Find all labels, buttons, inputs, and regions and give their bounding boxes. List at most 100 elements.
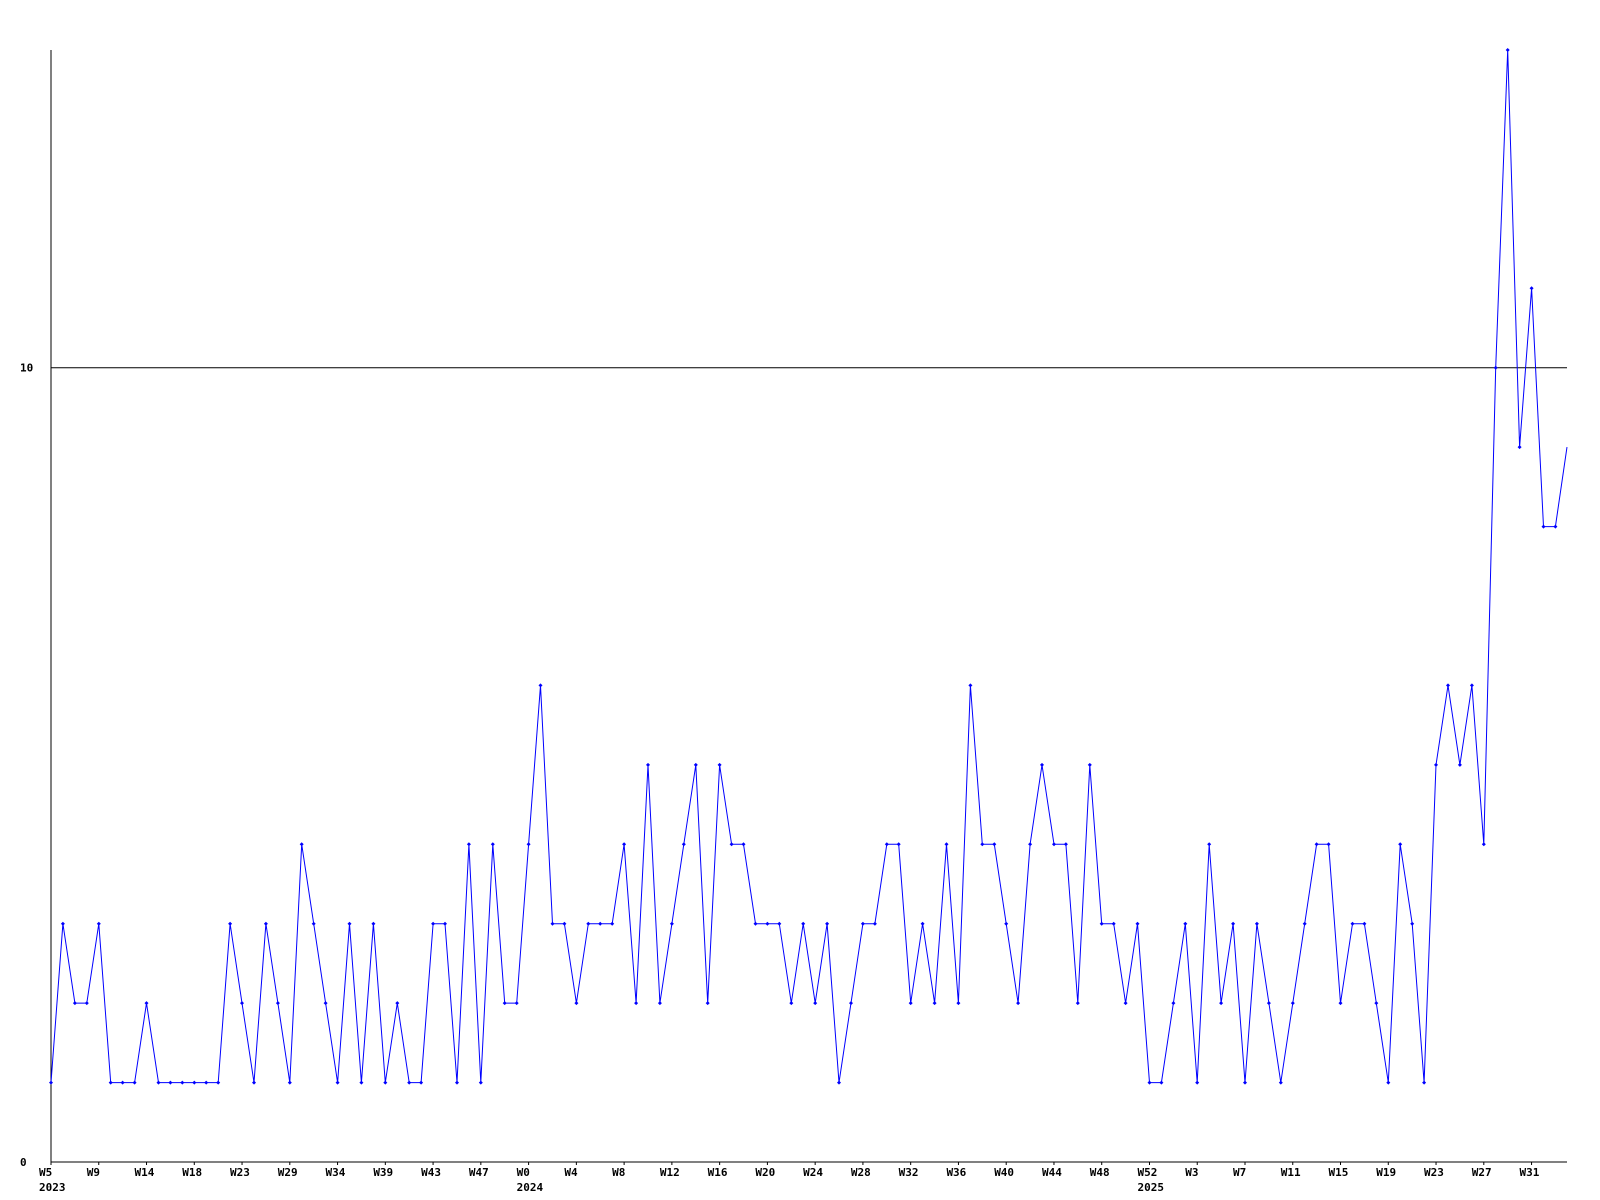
data-point [526,842,531,847]
x-tick-label: W47 [469,1166,489,1179]
data-point [1302,921,1307,926]
y-tick-label: 10 [20,362,33,375]
data-point [705,1001,710,1006]
x-tick-label: W32 [899,1166,919,1179]
data-point [657,1001,662,1006]
data-point [1075,1001,1080,1006]
data-point [1063,842,1068,847]
data-point [383,1080,388,1085]
data-point [1266,1001,1271,1006]
data-point [1159,1080,1164,1085]
data-point [311,921,316,926]
data-point [240,1001,244,1006]
data-point [1457,762,1462,767]
x-tick-label: W3 [1185,1166,1198,1179]
data-point [849,1001,853,1006]
data-point [825,921,830,926]
data-point [1004,921,1009,926]
data-point [1147,1080,1152,1085]
data-point [1040,762,1044,767]
data-point [622,842,627,847]
data-point [1111,921,1116,926]
data-point [1350,921,1355,926]
data-point [1410,921,1415,926]
data-point [335,1080,340,1085]
data-point [717,762,722,767]
x-tick-label: W39 [373,1166,393,1179]
data-point [1123,1001,1128,1006]
data-point [681,842,686,847]
data-point [1553,524,1558,529]
x-tick-label: W18 [182,1166,202,1179]
data-point [407,1080,412,1085]
line-chart: 0 10 W5 2023 W9 W14 W18 W23 W29 W34 W39 W43 W47 W0 20… [20,48,1568,1194]
data-point [1207,842,1212,847]
data-point [932,1001,937,1006]
data-point [514,1001,519,1006]
y-tick-label: 0 [20,1156,27,1169]
x-tick-label: W20 [755,1166,775,1179]
data-point [108,1080,113,1085]
data-point [347,921,352,926]
series-line [50,49,1568,1084]
data-point [968,683,973,688]
data-point [884,842,889,847]
data-point [1087,762,1092,767]
data-point [669,921,674,926]
x-tick-label: W11 [1281,1166,1301,1179]
data-point [323,1001,328,1006]
data-point [1243,1080,1247,1085]
data-point [1469,683,1474,688]
data-point [1171,1001,1176,1006]
data-point [371,921,376,926]
data-point [419,1080,424,1085]
data-point [1517,445,1522,450]
data-point [1386,1080,1391,1085]
data-point [1493,365,1498,370]
x-tick-label: W28 [851,1166,871,1179]
data-point [1326,842,1331,847]
data-point [502,1001,507,1006]
data-point [944,842,949,847]
x-tick-label: W36 [946,1166,966,1179]
x-tick-label: W52 [1137,1166,1157,1179]
data-point [646,762,650,767]
data-point [610,921,615,926]
x-tick-label: W19 [1376,1166,1396,1179]
data-point [1481,842,1486,847]
series-points [49,48,1558,1085]
data-point [120,1080,125,1085]
data-point [920,921,925,926]
x-tick-label: W12 [660,1166,680,1179]
data-point [1505,48,1510,52]
data-point [729,842,734,847]
x-tick-label: W44 [1042,1166,1062,1179]
data-point [1028,842,1033,847]
data-point [299,842,304,847]
data-point [538,683,543,688]
x-tick-label: W0 [517,1166,530,1179]
data-point [216,1080,221,1085]
data-point [252,1080,256,1085]
data-point [741,842,746,847]
data-point [1254,921,1259,926]
data-point [263,921,268,926]
data-point [956,1001,961,1006]
data-point [753,921,758,926]
x-tick-label: W8 [612,1166,625,1179]
x-tick-label: W16 [708,1166,728,1179]
x-tick-label: W23 [1424,1166,1444,1179]
data-point [1314,842,1319,847]
data-point [359,1080,364,1085]
data-point [431,921,436,926]
data-point [801,921,806,926]
data-point [813,1001,818,1006]
data-point [228,921,233,926]
data-point [992,842,997,847]
x-year-label: 2023 [39,1181,66,1194]
data-point [980,842,985,847]
data-point [1434,762,1438,767]
data-point [49,1080,53,1085]
data-point [1278,1080,1283,1085]
data-point [144,1001,149,1006]
